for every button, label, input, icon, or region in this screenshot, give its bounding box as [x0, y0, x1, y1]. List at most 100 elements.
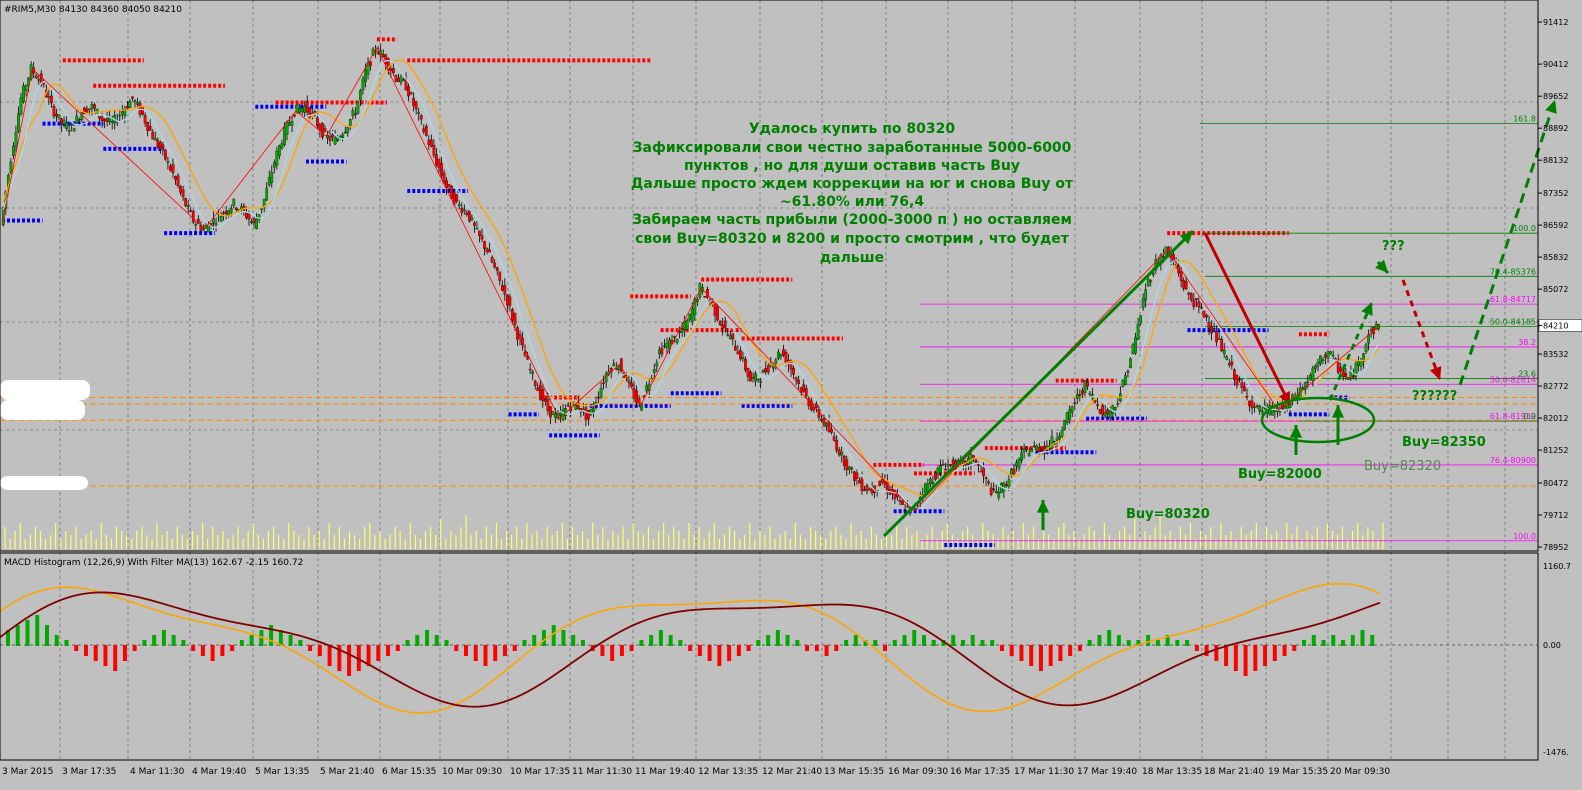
candle-body: [171, 164, 175, 174]
candle-body: [462, 209, 466, 211]
macd-bar: [1019, 645, 1024, 661]
candle-body: [599, 388, 603, 398]
y-tick-label: 87352: [1543, 189, 1568, 198]
candle-body: [169, 165, 172, 171]
candle-body: [475, 227, 479, 230]
candle-body: [409, 92, 413, 95]
candle-body: [761, 369, 765, 373]
macd-bar: [44, 625, 49, 646]
candle-body: [1243, 386, 1246, 392]
x-tick-label: 11 Mar 19:40: [635, 767, 695, 777]
macd-bar: [1243, 645, 1248, 676]
macd-bar: [122, 645, 127, 661]
candle-body: [1319, 355, 1322, 364]
candle-body: [397, 78, 400, 82]
macd-bar: [931, 640, 936, 646]
candle-body: [716, 306, 719, 321]
x-tick-label: 16 Mar 17:35: [950, 767, 1010, 777]
y-tick-label: 90412: [1543, 60, 1568, 69]
macd-bar: [668, 635, 673, 646]
x-tick-label: 12 Mar 21:40: [762, 767, 822, 777]
question-label-3: ???: [1382, 239, 1405, 254]
candle-body: [57, 114, 61, 118]
candle-body: [1058, 435, 1061, 440]
candle-body: [1352, 375, 1355, 378]
candle-body: [234, 207, 238, 210]
candle-body: [1096, 404, 1099, 406]
candle-body: [587, 410, 590, 420]
macd-bar: [785, 635, 790, 646]
candle-body: [485, 248, 489, 252]
buy-80320-label: Buy=80320: [1126, 507, 1210, 522]
candle-body: [652, 369, 656, 373]
candle-body: [759, 381, 763, 383]
candle-body: [1200, 306, 1203, 309]
candle-body: [278, 145, 281, 156]
candle-body: [1121, 380, 1125, 387]
y-tick-label: 79712: [1543, 511, 1568, 520]
candle-body: [133, 100, 137, 103]
x-tick-label: 18 Mar 21:40: [1204, 767, 1264, 777]
macd-bar: [980, 640, 985, 646]
candle-body: [14, 132, 18, 147]
candle-body: [1311, 367, 1315, 381]
macd-y-tick-label: 1160.7: [1543, 562, 1571, 571]
macd-bar: [464, 645, 468, 656]
macd-bar: [35, 615, 40, 646]
macd-bar: [1077, 645, 1082, 651]
candle-body: [1357, 361, 1360, 366]
candle-body: [1339, 367, 1343, 372]
candle-body: [1346, 377, 1350, 380]
candle-body: [432, 145, 436, 156]
candle-body: [364, 70, 367, 82]
candle-body: [351, 110, 355, 116]
macd-bar: [210, 645, 215, 661]
candle-body: [946, 464, 950, 467]
candle-body: [663, 345, 666, 348]
y-tick-label: 88132: [1543, 156, 1568, 165]
candle-body: [726, 334, 730, 336]
candle-body: [495, 267, 499, 271]
candle-body: [483, 241, 486, 249]
macd-bar: [707, 645, 712, 661]
macd-bar: [1155, 640, 1160, 646]
candle-body: [417, 112, 421, 114]
candle-body: [321, 122, 324, 138]
candle-body: [718, 320, 722, 325]
candle-body: [67, 130, 71, 132]
x-tick-label: 5 Mar 13:35: [255, 767, 309, 777]
candle-body: [1222, 349, 1226, 355]
macd-bar: [113, 645, 118, 671]
macd-bar: [1311, 635, 1316, 646]
macd-bar: [1292, 645, 1297, 651]
macd-bar: [493, 645, 498, 661]
candle-body: [222, 212, 225, 214]
macd-bar: [532, 635, 537, 646]
macd-bar: [522, 640, 527, 646]
candle-body: [498, 271, 502, 281]
candle-body: [103, 118, 106, 122]
candle-body: [1081, 390, 1084, 395]
candle-body: [1364, 344, 1368, 352]
candle-body: [1230, 361, 1234, 366]
candle-body: [110, 121, 114, 123]
x-tick-label: 12 Mar 13:35: [698, 767, 758, 777]
macd-bar: [93, 645, 98, 661]
candle-body: [19, 97, 23, 115]
macd-bar: [181, 640, 186, 646]
candle-body: [523, 351, 527, 357]
macd-bar: [1097, 635, 1102, 646]
x-tick-label: 10 Mar 09:30: [442, 767, 502, 777]
macd-bar: [1146, 635, 1151, 646]
candle-body: [186, 205, 190, 207]
candle-body: [93, 104, 96, 109]
candle-body: [100, 116, 104, 121]
candle-body: [343, 131, 347, 134]
candle-body: [1225, 356, 1229, 360]
candle-body: [503, 285, 507, 295]
candle-body: [898, 500, 902, 502]
candle-body: [832, 436, 836, 441]
candle-body: [1250, 400, 1254, 409]
candle-body: [1078, 394, 1082, 396]
candle-body: [1278, 410, 1282, 413]
